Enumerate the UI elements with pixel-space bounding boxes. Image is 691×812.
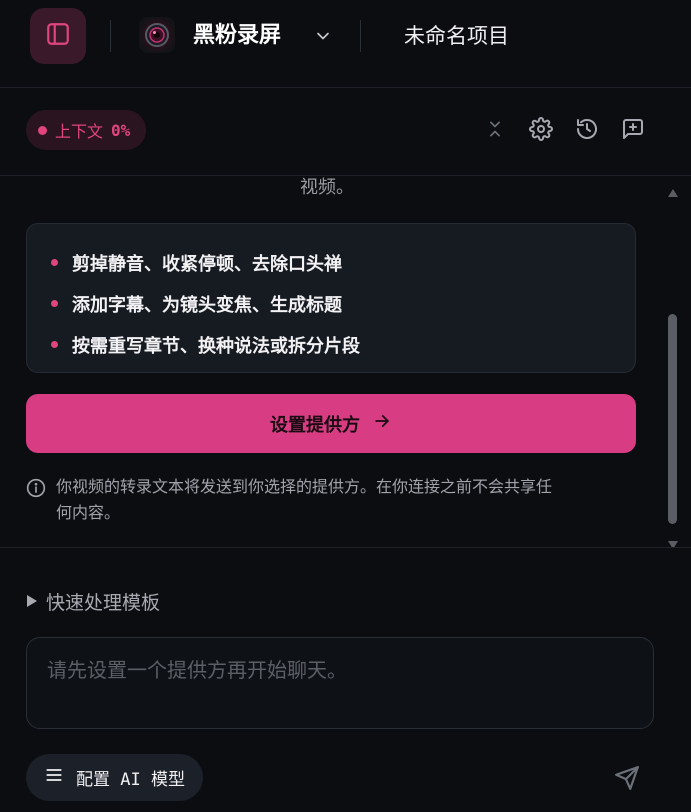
header-divider: [110, 20, 111, 52]
bullet-dot: [51, 300, 58, 307]
new-chat-icon[interactable]: [620, 116, 646, 142]
triangle-right-icon: [26, 591, 38, 613]
bullet-dot: [51, 259, 58, 266]
sidebar-toggle-button[interactable]: [30, 8, 86, 64]
chat-scroll-area[interactable]: 视频。 剪掉静音、收紧停顿、去除口头禅 添加字幕、为镜头变焦、生成标题 按需重写…: [0, 176, 691, 548]
scroll-down-arrow-icon[interactable]: [668, 534, 678, 547]
quick-templates-label: 快速处理模板: [46, 592, 161, 614]
partial-message-text: 视频。: [300, 177, 354, 198]
arrow-right-icon: [372, 411, 392, 436]
chat-input[interactable]: 请先设置一个提供方再开始聊天。: [26, 637, 654, 729]
feature-text: 按需重写章节、换种说法或拆分片段: [72, 335, 360, 357]
project-name[interactable]: 未命名项目: [404, 18, 509, 54]
list-item: 按需重写章节、换种说法或拆分片段: [51, 324, 635, 365]
context-indicator-dot: [38, 125, 47, 135]
header-divider: [360, 20, 361, 52]
feature-text: 添加字幕、为镜头变焦、生成标题: [72, 294, 342, 316]
notice-text-line: 你视频的转录文本将发送到你选择的提供方。在你连接之前不会共享任: [56, 477, 553, 496]
app-title[interactable]: 黑粉录屏: [193, 18, 281, 54]
menu-icon: [44, 765, 64, 790]
quick-templates-toggle[interactable]: 快速处理模板: [26, 588, 160, 615]
chat-input-placeholder: 请先设置一个提供方再开始聊天。: [47, 658, 347, 682]
privacy-notice: 你视频的转录文本将发送到你选择的提供方。在你连接之前不会共享任 何内容。: [26, 474, 636, 526]
feature-text: 剪掉静音、收紧停顿、去除口头禅: [72, 253, 342, 275]
feature-list-card: 剪掉静音、收紧停顿、去除口头禅 添加字幕、为镜头变焦、生成标题 按需重写章节、换…: [26, 223, 636, 373]
bullet-dot: [51, 341, 58, 348]
chevron-down-icon[interactable]: [313, 26, 333, 50]
configure-model-label: 配置 AI 模型: [76, 770, 185, 790]
setup-provider-button[interactable]: 设置提供方: [26, 394, 636, 453]
chat-toolbar: 上下文 0%: [0, 88, 691, 176]
history-icon[interactable]: [574, 116, 600, 142]
context-label: 上下文: [55, 122, 104, 141]
collapse-icon[interactable]: [482, 116, 508, 142]
list-item: 剪掉静音、收紧停顿、去除口头禅: [51, 242, 635, 283]
gear-icon[interactable]: [528, 116, 554, 142]
scrollbar-thumb[interactable]: [668, 314, 677, 524]
app-lens-icon: [139, 17, 175, 53]
scroll-up-arrow-icon[interactable]: [668, 182, 678, 201]
list-item: 添加字幕、为镜头变焦、生成标题: [51, 283, 635, 324]
context-badge: 上下文 0%: [26, 110, 147, 150]
context-value: 0%: [111, 120, 131, 140]
sidebar-toggle-icon: [45, 21, 71, 51]
configure-model-button[interactable]: 配置 AI 模型: [26, 754, 203, 801]
setup-provider-label: 设置提供方: [270, 414, 360, 436]
notice-text-line: 何内容。: [56, 503, 121, 522]
app-header: 黑粉录屏 未命名项目: [0, 0, 691, 88]
info-icon: [26, 478, 46, 526]
send-icon[interactable]: [614, 765, 640, 791]
